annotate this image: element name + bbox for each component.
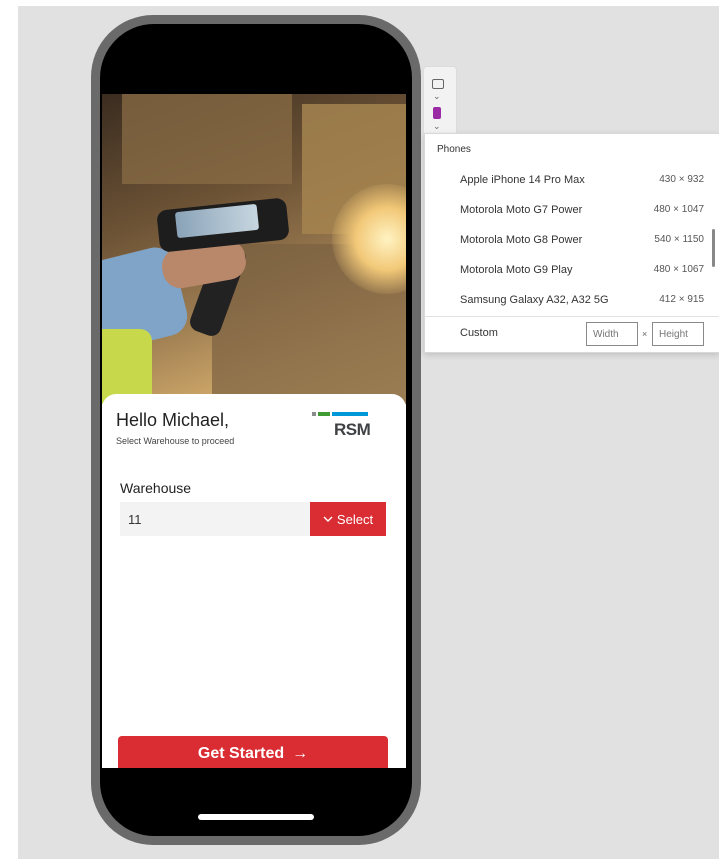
app-screen: Hello Michael, Select Warehouse to proce… xyxy=(102,94,406,768)
home-indicator xyxy=(198,814,314,820)
get-started-label: Get Started xyxy=(197,745,285,762)
select-label: Select xyxy=(336,511,374,527)
logo-text: RSM xyxy=(334,420,371,439)
arrow-right-icon: → xyxy=(292,745,309,762)
rsm-logo: RSM xyxy=(312,412,374,442)
times-symbol: × xyxy=(642,329,648,339)
chevron-down-icon[interactable]: ⌄ xyxy=(433,121,441,132)
warehouse-input[interactable] xyxy=(120,502,310,536)
warehouse-label: Warehouse xyxy=(120,480,192,496)
content-sheet: Hello Michael, Select Warehouse to proce… xyxy=(102,394,406,768)
dropdown-scrollbar[interactable] xyxy=(712,229,715,267)
device-option[interactable]: Motorola Moto G8 Power 540 × 1150 xyxy=(425,226,719,256)
device-dropdown: Phones Apple iPhone 14 Pro Max 430 × 932… xyxy=(424,133,719,353)
device-name: Motorola Moto G7 Power xyxy=(460,204,583,216)
device-name: Samsung Galaxy A32, A32 5G xyxy=(460,294,609,306)
device-name: Apple iPhone 14 Pro Max xyxy=(460,174,585,186)
greeting-subtitle: Select Warehouse to proceed xyxy=(116,436,235,446)
custom-width-input[interactable] xyxy=(586,322,638,346)
select-warehouse-button[interactable]: Select xyxy=(310,502,386,536)
device-option[interactable]: Samsung Galaxy A32, A32 5G 412 × 915 xyxy=(425,286,719,316)
custom-height-input[interactable] xyxy=(652,322,704,346)
phone-bezel: Hello Michael, Select Warehouse to proce… xyxy=(100,24,412,836)
dropdown-header: Phones xyxy=(437,144,471,155)
device-size: 480 × 1067 xyxy=(653,264,704,275)
chevron-down-icon xyxy=(323,516,333,522)
phone-icon[interactable] xyxy=(433,107,441,119)
device-size: 480 × 1047 xyxy=(653,204,704,215)
device-name: Motorola Moto G9 Play xyxy=(460,264,573,276)
custom-label: Custom xyxy=(460,327,498,339)
hero-image xyxy=(102,94,406,404)
divider xyxy=(425,316,719,317)
device-name: Motorola Moto G8 Power xyxy=(460,234,583,246)
device-size: 540 × 1150 xyxy=(654,234,704,245)
device-option[interactable]: Apple iPhone 14 Pro Max 430 × 932 xyxy=(425,166,719,196)
device-size: 412 × 915 xyxy=(659,294,704,305)
greeting-title: Hello Michael, xyxy=(116,410,230,430)
device-toolbar: ⌄ ⌄ xyxy=(423,66,457,136)
chevron-down-icon[interactable]: ⌄ xyxy=(433,91,441,102)
device-option[interactable]: Motorola Moto G9 Play 480 × 1067 xyxy=(425,256,719,286)
device-size: 430 × 932 xyxy=(659,174,704,185)
screen-icon[interactable] xyxy=(432,79,444,89)
get-started-button[interactable]: Get Started → xyxy=(118,736,388,768)
device-option[interactable]: Motorola Moto G7 Power 480 × 1047 xyxy=(425,196,719,226)
